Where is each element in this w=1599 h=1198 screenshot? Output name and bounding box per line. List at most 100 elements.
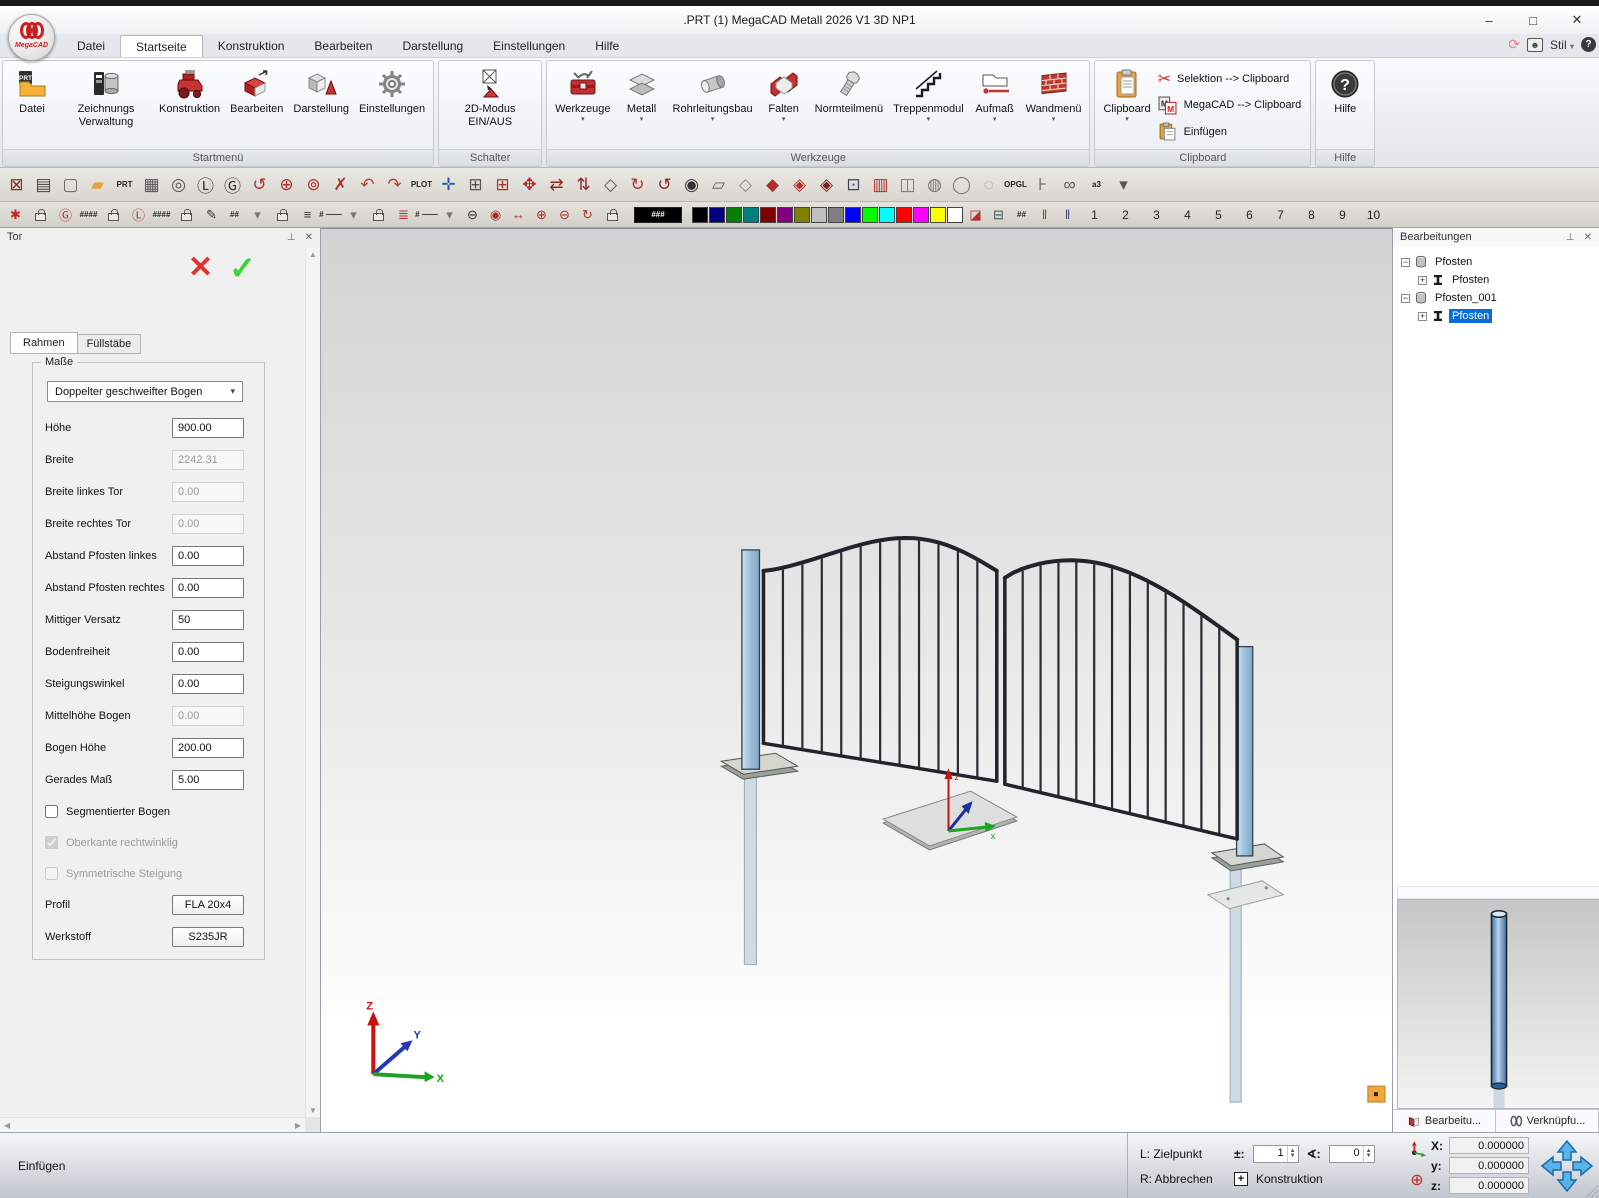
zoom-width-icon[interactable]: ↔	[507, 205, 530, 225]
pen-lock-icon[interactable]	[181, 213, 192, 221]
user-profile-icon[interactable]: ☻	[1527, 38, 1543, 52]
ribbon-item-konstruktion[interactable]: Konstruktion	[154, 62, 225, 148]
color-swatch-6[interactable]	[794, 207, 810, 223]
close-icon[interactable]: ✕	[1584, 232, 1592, 243]
z-coord-value[interactable]: 0.000000	[1449, 1177, 1529, 1194]
tor-vertical-scrollbar[interactable]: ▲▼	[305, 248, 320, 1117]
tree-item-pfosten[interactable]: +Pfosten	[1418, 271, 1597, 289]
toolbar-more-icon[interactable]: ▾	[1110, 171, 1137, 199]
box-shade1-icon[interactable]: ◆	[759, 171, 786, 199]
tree-expander-icon[interactable]: −	[1401, 294, 1410, 303]
pen-caret-icon[interactable]: ▾	[246, 205, 269, 225]
view-number-6[interactable]: 6	[1234, 208, 1265, 222]
mirror-icon[interactable]: ⇄	[543, 171, 570, 199]
layout-g-icon[interactable]: Ⓖ	[219, 171, 246, 199]
zoom-all-icon[interactable]: ⊖	[461, 205, 484, 225]
segmentierter-bogen-checkbox[interactable]	[45, 805, 58, 818]
eraser-icon[interactable]: ◪	[964, 205, 987, 225]
print-icon[interactable]: ▦	[138, 171, 165, 199]
text-scale-icon[interactable]: a3	[1083, 171, 1110, 199]
box-wire-icon[interactable]: ▱	[705, 171, 732, 199]
help-icon[interactable]: ?	[1581, 37, 1596, 52]
pen-hash-icon[interactable]: ##	[223, 205, 246, 225]
linetype-sample-icon[interactable]: # ——	[319, 205, 342, 225]
linewidth-icon[interactable]: ≣	[392, 205, 415, 225]
mittiger-versatz-input[interactable]	[172, 610, 244, 630]
pen-icon[interactable]: ✎	[200, 205, 223, 225]
color-swatch-8[interactable]	[828, 207, 844, 223]
menu-tab-einstellungen[interactable]: Einstellungen	[478, 35, 580, 57]
close-button[interactable]: ✕	[1555, 7, 1599, 33]
close-icon[interactable]: ✕	[305, 232, 313, 243]
ribbon-item-rohrleitungsbau[interactable]: Rohrleitungsbau▾	[668, 62, 758, 148]
tree-item-pfosten[interactable]: −Pfosten	[1401, 253, 1597, 271]
construction-mode-icon[interactable]: +	[1234, 1172, 1248, 1186]
y-coord-value[interactable]: 0.000000	[1449, 1157, 1529, 1174]
box-shade3-icon[interactable]: ◈	[813, 171, 840, 199]
cylinder-dashed-icon[interactable]: ◌	[975, 171, 1002, 199]
view-number-1[interactable]: 1	[1079, 208, 1110, 222]
bodenfreiheit-input[interactable]	[172, 642, 244, 662]
monitor-select-icon[interactable]: ⊡	[840, 171, 867, 199]
hoehe-input[interactable]	[172, 418, 244, 438]
refresh-selection-icon[interactable]: ↺	[246, 171, 273, 199]
color-swatch-12[interactable]	[896, 207, 912, 223]
cylinder-solid-icon[interactable]: ◯	[948, 171, 975, 199]
stil-dropdown[interactable]: Stil ▾	[1550, 38, 1574, 52]
linewidth-caret-icon[interactable]: ▾	[438, 205, 461, 225]
ribbon-item-bearbeiten[interactable]: Bearbeiten	[225, 62, 288, 148]
menu-tab-hilfe[interactable]: Hilfe	[580, 35, 634, 57]
view-number-9[interactable]: 9	[1327, 208, 1358, 222]
group-hash-icon[interactable]: ####	[77, 205, 100, 225]
pen-palette-icon[interactable]: ‖	[1033, 205, 1056, 225]
color-swatch-11[interactable]	[879, 207, 895, 223]
maximize-button[interactable]: □	[1511, 7, 1555, 33]
undo-icon[interactable]: ↶	[354, 171, 381, 199]
ribbon-item-megacad-clipboard[interactable]: MMMegaCAD --> Clipboard	[1158, 95, 1302, 115]
layout-l-icon[interactable]: Ⓛ	[192, 171, 219, 199]
open-file-icon[interactable]: ▰	[84, 171, 111, 199]
book-red-icon[interactable]: ▥	[867, 171, 894, 199]
zoom-window-icon[interactable]: ◉	[484, 205, 507, 225]
color-swatch-5[interactable]	[777, 207, 793, 223]
angle-spinner[interactable]: 0 ▲▼	[1329, 1145, 1375, 1163]
ribbon-item-datei[interactable]: PRTDatei	[6, 62, 58, 148]
color-swatch-4[interactable]	[760, 207, 776, 223]
menu-tab-konstruktion[interactable]: Konstruktion	[203, 35, 300, 57]
box-shade2-icon[interactable]: ◈	[786, 171, 813, 199]
tab-rahmen[interactable]: Rahmen	[10, 332, 78, 354]
ribbon-item-selektion-clipboard[interactable]: ✂Selektion --> Clipboard	[1158, 69, 1302, 89]
delete-redraw-icon[interactable]: ✗	[327, 171, 354, 199]
zoom-in-icon[interactable]: ⊕	[530, 205, 553, 225]
tab-verknuepfungen[interactable]: Verknüpfu...	[1496, 1110, 1599, 1132]
abstand-pfosten-rechtes-input[interactable]	[172, 578, 244, 598]
plot-icon[interactable]: PLOT	[408, 171, 435, 199]
redo-icon[interactable]: ↷	[381, 171, 408, 199]
bogen-typ-dropdown[interactable]: Doppelter geschweifter Bogen ▾	[47, 381, 243, 402]
opengl-icon[interactable]: OPGL	[1002, 171, 1029, 199]
tab-fuellstaebe[interactable]: Füllstäbe	[77, 334, 142, 354]
tree-item-pfosten[interactable]: +Pfosten	[1418, 307, 1597, 325]
save-prt-icon[interactable]: PRT	[111, 171, 138, 199]
mirror-copy-icon[interactable]: ⇅	[570, 171, 597, 199]
layer-hash-icon[interactable]: ####	[150, 205, 173, 225]
part-preview[interactable]	[1397, 899, 1599, 1109]
box-hidden-icon[interactable]: ◇	[732, 171, 759, 199]
color-lock-icon[interactable]	[607, 213, 618, 221]
ribbon-item-normteilmenue[interactable]: Normteilmenü	[810, 62, 888, 148]
color-swatch-9[interactable]	[845, 207, 861, 223]
pen-palette2-icon[interactable]: ‖	[1056, 205, 1079, 225]
color-swatch-3[interactable]	[743, 207, 759, 223]
menu-tab-startseite[interactable]: Startseite	[120, 35, 203, 57]
cylinder-mesh-icon[interactable]: ◍	[921, 171, 948, 199]
linetype-caret-icon[interactable]: ▾	[342, 205, 365, 225]
group-select-icon[interactable]: Ⓖ	[54, 205, 77, 225]
rotate-free-icon[interactable]: ↺	[651, 171, 678, 199]
ribbon-item-zeichnungs-verwaltung[interactable]: Zeichnungs Verwaltung	[58, 62, 154, 148]
linewidth-sample-icon[interactable]: # ——	[415, 205, 438, 225]
zoom-out-icon[interactable]: ⊖	[553, 205, 576, 225]
pin-icon[interactable]: ⊥	[1566, 232, 1575, 243]
print-preview-icon[interactable]: ◎	[165, 171, 192, 199]
werkstoff-button[interactable]: S235JR	[172, 927, 244, 947]
width-hash-icon[interactable]: ##	[1010, 205, 1033, 225]
